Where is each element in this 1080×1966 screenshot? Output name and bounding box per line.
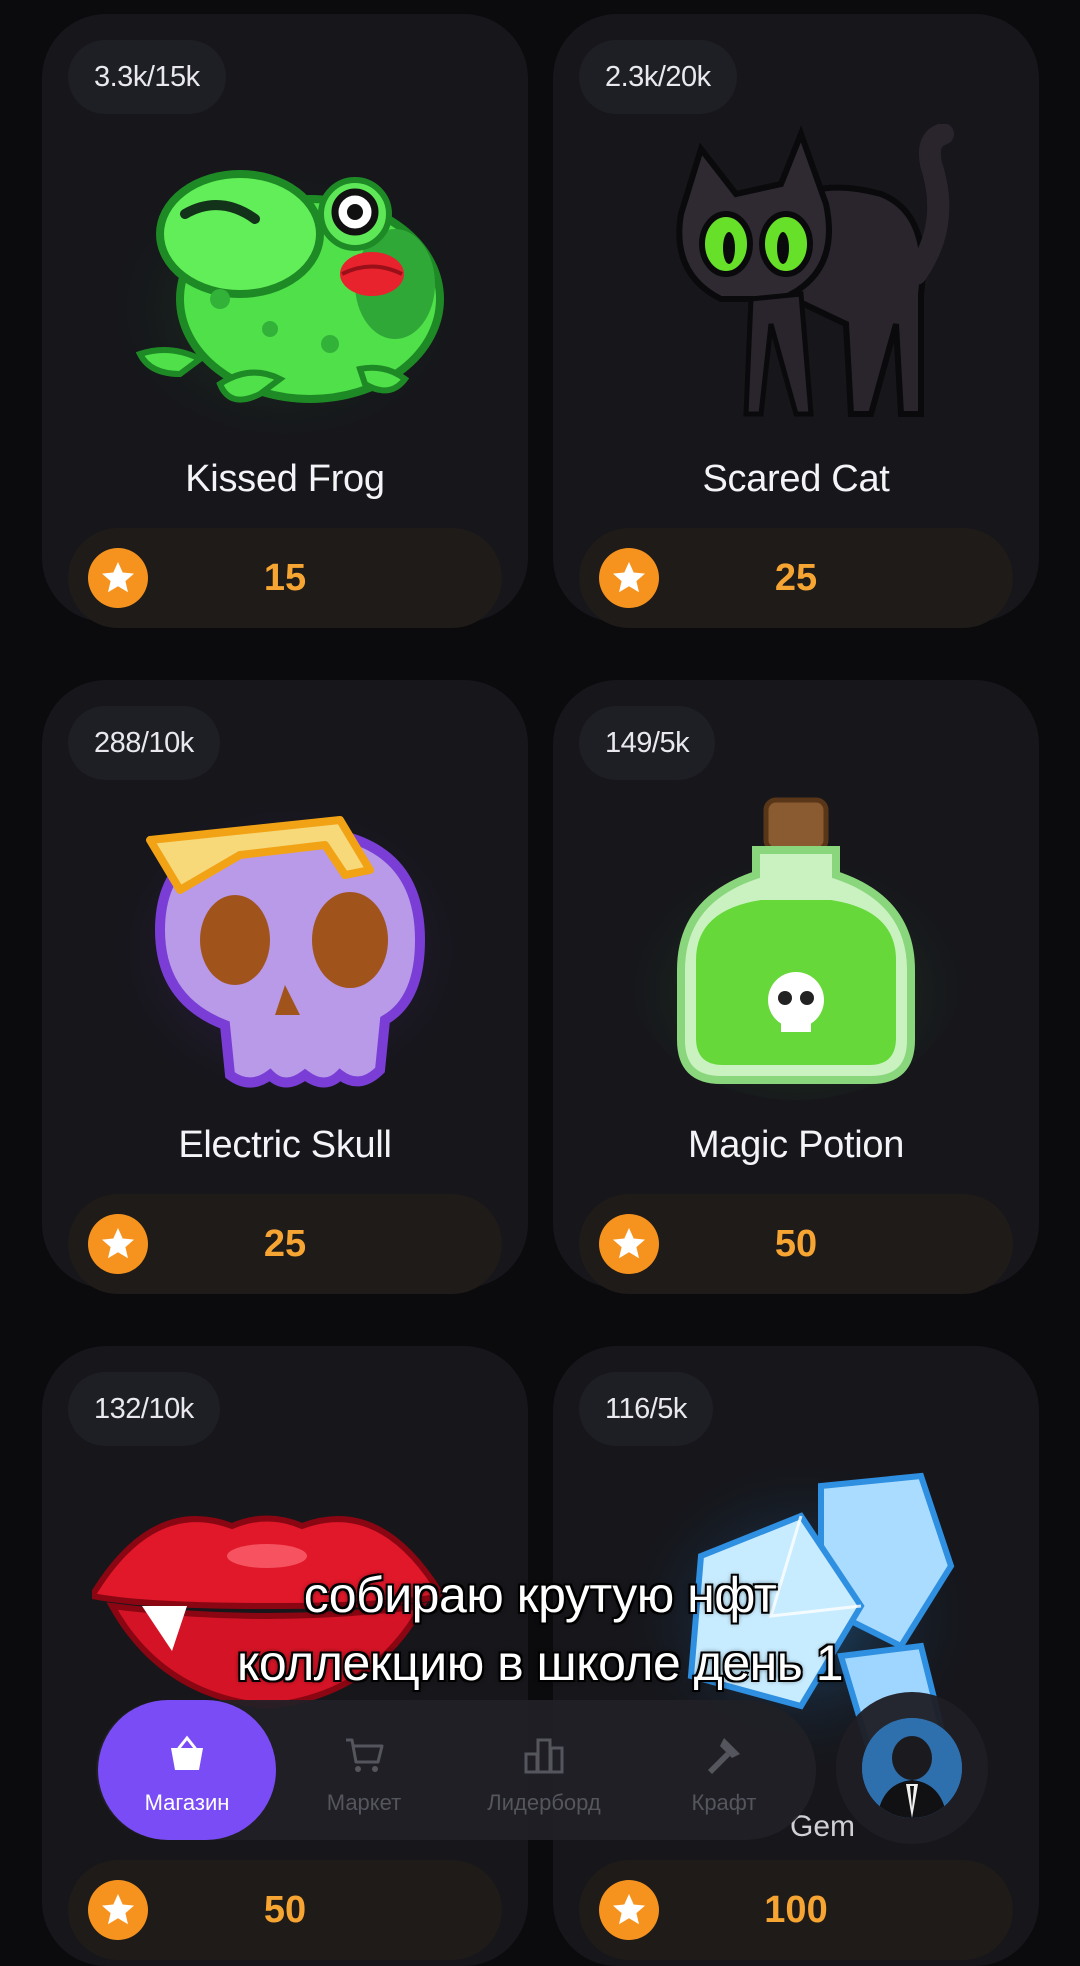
gift-card-scared-cat[interactable]: 2.3k/20k Scared Cat 25: [553, 14, 1039, 628]
tab-label: Крафт: [691, 1790, 757, 1815]
supply-count: 116/5k: [579, 1372, 713, 1446]
tab-market[interactable]: Маркет: [276, 1700, 452, 1840]
cat-icon: [621, 124, 971, 434]
price-button[interactable]: 50: [579, 1194, 1013, 1294]
skull-icon: [110, 790, 460, 1100]
price-value: 15: [263, 557, 307, 599]
price-value: 25: [774, 557, 818, 599]
price-value: 50: [774, 1223, 818, 1265]
tab-leaderboard[interactable]: Лидерборд: [456, 1700, 632, 1840]
profile-avatar-button[interactable]: [836, 1692, 988, 1844]
video-caption-line1: собираю крутую нфт: [303, 1567, 777, 1623]
price-value: 25: [263, 1223, 307, 1265]
gift-title: Electric Skull: [178, 1124, 392, 1166]
frog-icon: [110, 124, 460, 434]
supply-count: 3.3k/15k: [68, 40, 226, 114]
potion-icon: [621, 790, 971, 1100]
gift-title: Magic Potion: [687, 1124, 905, 1166]
price-value: 50: [263, 1889, 307, 1931]
gift-card-magic-potion[interactable]: 149/5k Magic Potion 50: [553, 680, 1039, 1294]
tab-label: Лидерборд: [487, 1790, 601, 1815]
gift-title: Scared Cat: [702, 458, 890, 500]
gift-card-electric-skull[interactable]: 288/10k Electric Skull 25: [42, 680, 528, 1294]
tab-craft[interactable]: Крафт: [636, 1700, 812, 1840]
price-value: 100: [764, 1889, 828, 1931]
tab-label: Маркет: [326, 1790, 402, 1815]
bottom-tab-bar: Магазин Маркет Лидерборд Крафт: [96, 1700, 816, 1840]
leaderboard-icon: [456, 1732, 632, 1776]
tab-label: Магазин: [144, 1790, 230, 1815]
gift-title: Kissed Frog: [185, 458, 385, 500]
price-button[interactable]: 50: [68, 1860, 502, 1960]
video-caption-line2: коллекцию в школе день 1: [236, 1635, 844, 1691]
price-button[interactable]: 15: [68, 528, 502, 628]
supply-count: 2.3k/20k: [579, 40, 737, 114]
tab-shop[interactable]: Магазин: [98, 1700, 276, 1840]
gift-card-kissed-frog[interactable]: 3.3k/15k Kissed Frog 15: [42, 14, 528, 628]
price-button[interactable]: 100: [579, 1860, 1013, 1960]
basket-icon: [98, 1732, 276, 1776]
price-button[interactable]: 25: [579, 528, 1013, 628]
hammer-icon: [636, 1732, 812, 1776]
supply-count: 132/10k: [68, 1372, 220, 1446]
supply-count: 149/5k: [579, 706, 716, 780]
avatar: [862, 1718, 962, 1818]
supply-count: 288/10k: [68, 706, 220, 780]
price-button[interactable]: 25: [68, 1194, 502, 1294]
cart-icon: [276, 1732, 452, 1776]
